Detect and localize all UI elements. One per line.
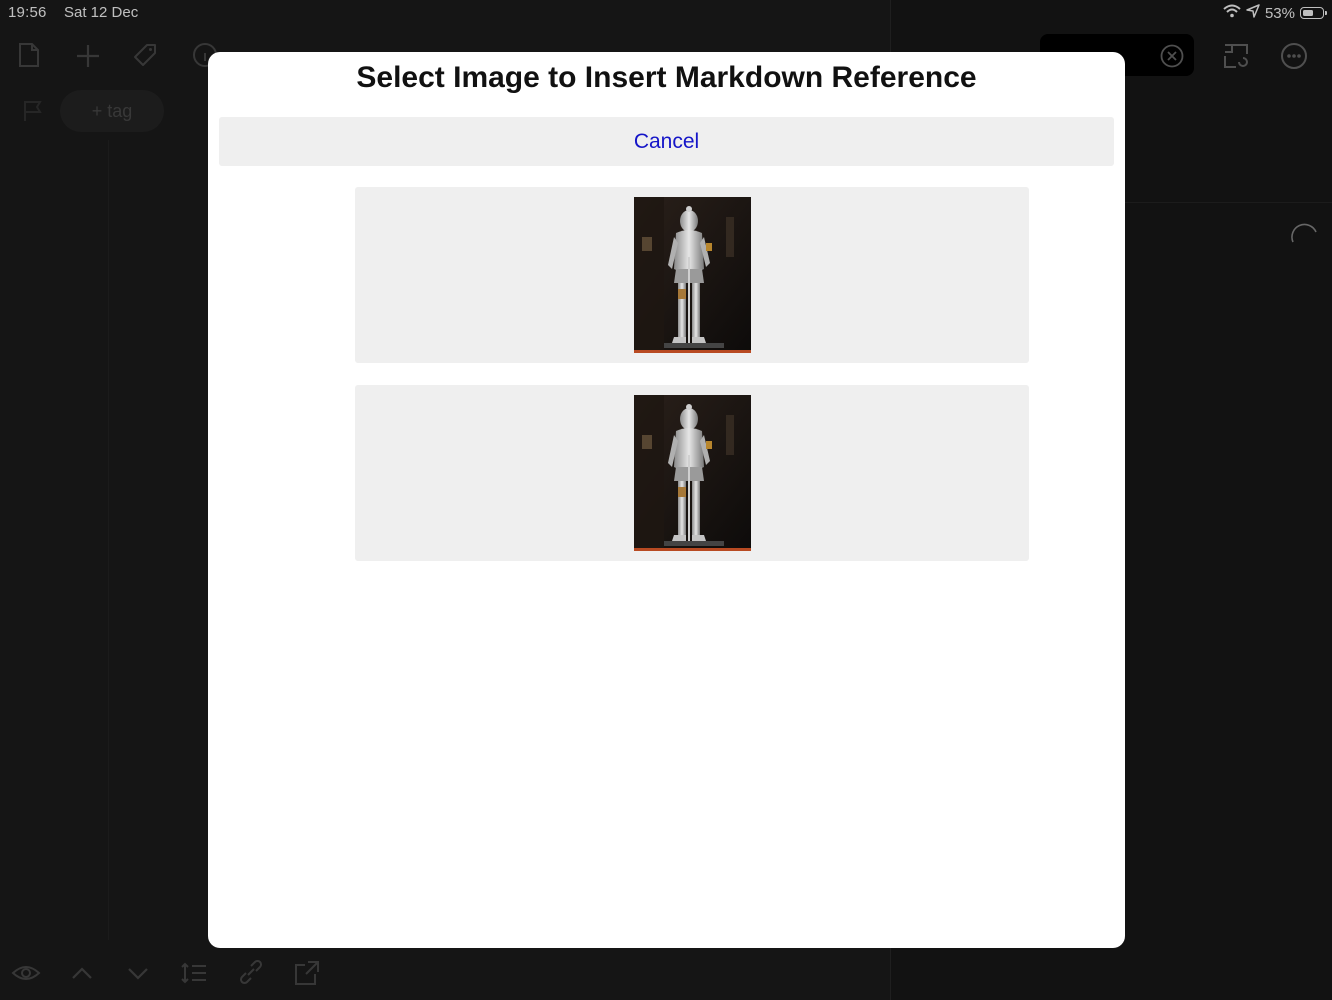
knight-armor-image — [634, 395, 751, 551]
image-picker-modal: Select Image to Insert Markdown Referenc… — [208, 52, 1125, 948]
cancel-button[interactable]: Cancel — [219, 117, 1114, 166]
image-option-2[interactable] — [355, 385, 1029, 561]
modal-title: Select Image to Insert Markdown Referenc… — [356, 61, 977, 94]
knight-armor-image — [634, 197, 751, 353]
image-option-1[interactable] — [355, 187, 1029, 363]
screen: 19:56 Sat 12 Dec 53% + tag Select Image … — [0, 0, 1332, 1000]
